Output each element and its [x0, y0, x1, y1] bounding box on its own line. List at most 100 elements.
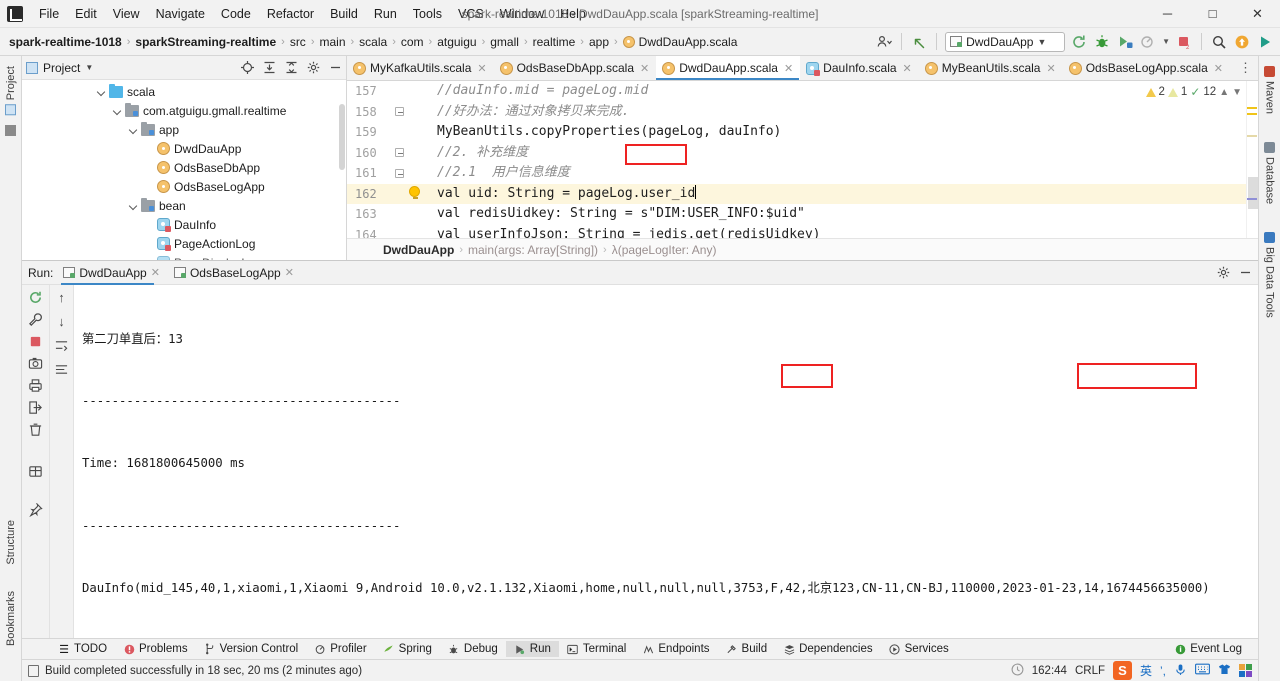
- tab-odsbaselogapp[interactable]: OdsBaseLogApp.scala ✕: [1063, 56, 1230, 80]
- tool-todo[interactable]: ☰ TODO: [50, 641, 115, 657]
- tool-dependencies[interactable]: Dependencies: [775, 641, 881, 657]
- warning-stripe[interactable]: [1247, 107, 1257, 109]
- tab-odsbasedbapp[interactable]: OdsBaseDbApp.scala ✕: [494, 56, 657, 80]
- rail-item-database[interactable]: Database: [1262, 136, 1278, 210]
- menu-build[interactable]: Build: [322, 4, 366, 24]
- menu-window[interactable]: Window: [492, 4, 552, 24]
- tool-services[interactable]: Services: [881, 641, 957, 657]
- code-editor[interactable]: 157 158 159 160 161 162 163 164 //dauInf…: [347, 81, 1258, 238]
- keyboard-icon[interactable]: [1195, 663, 1210, 678]
- run-icon[interactable]: [1256, 33, 1274, 51]
- ime-punctuation[interactable]: ’,: [1160, 664, 1166, 678]
- project-tree-scrollbar[interactable]: [339, 104, 345, 170]
- tab-dwddauapp[interactable]: DwdDauApp.scala ✕: [656, 56, 801, 80]
- close-button[interactable]: ✕: [1235, 0, 1280, 28]
- breadcrumb-item-gmall[interactable]: gmall: [487, 33, 522, 51]
- profile-icon[interactable]: [1139, 33, 1157, 51]
- breadcrumb-item-atguigu[interactable]: atguigu: [434, 33, 479, 51]
- export-icon[interactable]: [28, 399, 44, 415]
- tool-debug[interactable]: Debug: [440, 641, 506, 657]
- console-output[interactable]: 第二刀单直后：13 ------------------------------…: [74, 285, 1258, 638]
- expand-all-icon[interactable]: [262, 61, 276, 75]
- run-tab-odsbaselogapp[interactable]: OdsBaseLogApp ✕: [170, 264, 298, 282]
- close-icon[interactable]: ✕: [477, 62, 486, 75]
- skin-icon[interactable]: [1218, 663, 1231, 679]
- tool-run[interactable]: Run: [505, 641, 559, 657]
- editor-breadcrumb-lambda[interactable]: λ(pageLogIter: Any): [612, 243, 717, 257]
- tool-profiler[interactable]: Profiler: [306, 641, 374, 657]
- rerun-icon[interactable]: [28, 289, 44, 305]
- close-icon[interactable]: ✕: [1214, 62, 1223, 75]
- scrollbar-thumb[interactable]: [1248, 177, 1258, 209]
- run-with-coverage-icon[interactable]: [1116, 33, 1134, 51]
- tree-node-dauinfo[interactable]: DauInfo: [22, 215, 346, 234]
- close-icon[interactable]: ✕: [285, 266, 294, 279]
- more-tabs-icon[interactable]: ⋮: [1233, 56, 1258, 80]
- tree-node-bean[interactable]: bean: [22, 196, 346, 215]
- apps-icon[interactable]: [1239, 664, 1252, 677]
- print-icon[interactable]: [28, 377, 44, 393]
- line-separator[interactable]: CRLF: [1075, 665, 1105, 677]
- run-configuration-selector[interactable]: DwdDauApp ▼: [945, 31, 1066, 52]
- update-project-icon[interactable]: [1233, 33, 1251, 51]
- rail-item-big-data-tools[interactable]: Big Data Tools: [1262, 226, 1278, 324]
- inspection-status-badge[interactable]: 2 1 ✓ 12 ▲ ▼: [1143, 85, 1244, 99]
- menu-vcs[interactable]: VCS: [450, 4, 492, 24]
- tree-node-scala[interactable]: scala: [22, 82, 346, 101]
- menu-tools[interactable]: Tools: [405, 4, 450, 24]
- breadcrumb-item-main[interactable]: main: [316, 33, 348, 51]
- ime-chinese[interactable]: 英: [1140, 662, 1152, 679]
- caret-position[interactable]: 162:44: [1032, 665, 1067, 677]
- tree-node-package-realtime[interactable]: com.atguigu.gmall.realtime: [22, 101, 346, 120]
- caret-stripe[interactable]: [1247, 198, 1257, 200]
- close-icon[interactable]: ✕: [784, 62, 793, 75]
- intention-bulb-icon[interactable]: [409, 186, 420, 199]
- stop-icon[interactable]: [28, 333, 44, 349]
- tree-node-pageactionlog[interactable]: PageActionLog: [22, 234, 346, 253]
- scroll-down-icon[interactable]: ↓: [54, 313, 70, 329]
- menu-code[interactable]: Code: [213, 4, 259, 24]
- breadcrumb-item-module[interactable]: sparkStreaming-realtime: [132, 33, 279, 51]
- tree-node-app[interactable]: app: [22, 120, 346, 139]
- tree-node-odsbaselogapp[interactable]: OdsBaseLogApp: [22, 177, 346, 196]
- close-icon[interactable]: ✕: [640, 62, 649, 75]
- debug-icon[interactable]: [1093, 33, 1111, 51]
- tab-mykafkautils[interactable]: MyKafkaUtils.scala ✕: [347, 56, 494, 80]
- chevron-down-icon[interactable]: [112, 105, 123, 116]
- tool-event-log[interactable]: Event Log: [1166, 641, 1250, 657]
- close-icon[interactable]: ✕: [903, 62, 912, 75]
- prev-problem-icon[interactable]: ▲: [1219, 87, 1229, 98]
- search-icon[interactable]: [1210, 33, 1228, 51]
- stop-icon[interactable]: 2: [1175, 33, 1193, 51]
- tab-dauinfo[interactable]: DauInfo.scala ✕: [800, 56, 919, 80]
- tool-build[interactable]: Build: [718, 641, 776, 657]
- rail-item-bookmarks[interactable]: Bookmarks: [3, 585, 19, 652]
- menu-refactor[interactable]: Refactor: [259, 4, 322, 24]
- tool-version-control[interactable]: Version Control: [196, 641, 307, 657]
- bookmarks-tab-icon[interactable]: [5, 125, 16, 137]
- tool-terminal[interactable]: Terminal: [559, 641, 634, 657]
- soft-wrap-icon[interactable]: [54, 337, 70, 353]
- maximize-button[interactable]: □: [1190, 0, 1235, 28]
- chevron-down-icon[interactable]: ▼: [1162, 37, 1170, 46]
- breadcrumb-item-com[interactable]: com: [398, 33, 427, 51]
- breadcrumb-item-realtime[interactable]: realtime: [530, 33, 579, 51]
- trash-icon[interactable]: [28, 421, 44, 437]
- menu-edit[interactable]: Edit: [67, 4, 105, 24]
- typo-stripe[interactable]: [1247, 135, 1257, 137]
- editor-gutter[interactable]: 157 158 159 160 161 162 163 164: [347, 81, 431, 238]
- tool-endpoints[interactable]: Endpoints: [634, 641, 717, 657]
- close-icon[interactable]: ✕: [1046, 62, 1055, 75]
- camera-icon[interactable]: [28, 355, 44, 371]
- chevron-down-icon[interactable]: ▼: [85, 63, 93, 72]
- menu-navigate[interactable]: Navigate: [148, 4, 213, 24]
- wrench-icon[interactable]: [28, 311, 44, 327]
- user-dropdown-icon[interactable]: [875, 33, 893, 51]
- code-text[interactable]: //dauInfo.mid = pageLog.mid //好办法：通过对象拷贝…: [431, 81, 1246, 238]
- rail-item-structure[interactable]: Structure: [3, 514, 19, 571]
- back-arrow-icon[interactable]: [910, 33, 928, 51]
- editor-breadcrumb-method[interactable]: main(args: Array[String]): [468, 243, 598, 257]
- fold-marker-icon[interactable]: [395, 169, 404, 178]
- breadcrumb-item-scala[interactable]: scala: [356, 33, 390, 51]
- breadcrumb-item-src[interactable]: src: [287, 33, 309, 51]
